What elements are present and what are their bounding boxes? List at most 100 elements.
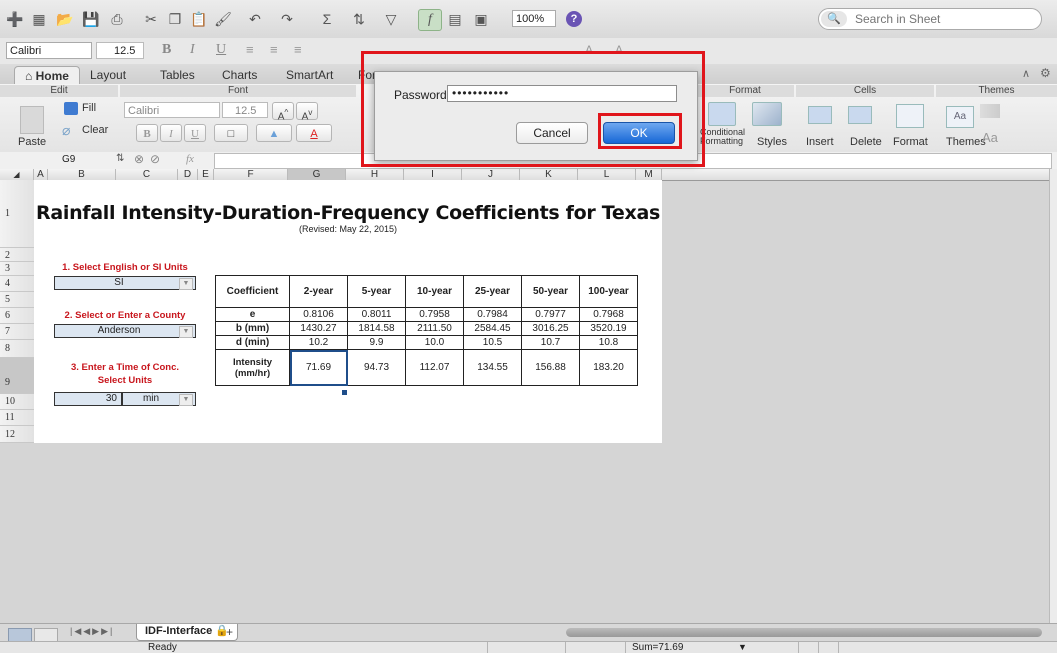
fill-label[interactable]: Fill (82, 102, 96, 114)
format-cells-icon[interactable] (896, 104, 924, 128)
underline-icon[interactable]: U (216, 42, 226, 58)
toolbox-icon[interactable]: ▣ (470, 9, 492, 29)
open-icon[interactable]: 📂 (54, 9, 76, 29)
column-header-f[interactable]: F (214, 169, 288, 180)
search-box[interactable]: 🔍 (818, 8, 1042, 30)
row-header-1[interactable]: 1 (0, 180, 34, 248)
filter-icon[interactable]: ▽ (380, 9, 402, 29)
sheet-area[interactable]: Rainfall Intensity-Duration-Frequency Co… (34, 180, 662, 443)
print-icon[interactable]: ⎙ (106, 9, 128, 29)
column-header-b[interactable]: B (48, 169, 116, 180)
insert-cells-icon[interactable] (808, 106, 832, 124)
zoom-select[interactable]: 100% (512, 10, 556, 27)
format-painter-icon[interactable]: 🖌 (212, 9, 234, 29)
table-cell[interactable]: 2584.45 (463, 321, 522, 336)
table-cell[interactable]: 10.5 (463, 335, 522, 350)
confirm-formula-icon[interactable]: ⊘ (150, 152, 160, 166)
bold-icon[interactable]: B (162, 42, 171, 58)
column-header-a[interactable]: A (34, 169, 48, 180)
font-name-field[interactable]: Calibri (6, 42, 92, 59)
column-header-m[interactable]: M (636, 169, 662, 180)
search-input[interactable] (853, 11, 1037, 27)
row-header-6[interactable]: 6 (0, 308, 34, 324)
align-center-icon[interactable]: ≡ (270, 42, 278, 57)
row-header-12[interactable]: 12 (0, 426, 34, 443)
tab-home[interactable]: ⌂ Home (14, 66, 80, 85)
sheet-tab-idf-interface[interactable]: IDF-Interface 🔒 (136, 624, 239, 641)
align-right-icon[interactable]: ≡ (294, 42, 302, 57)
eraser-icon[interactable]: ⌀ (62, 122, 70, 139)
delete-cells-icon[interactable] (848, 106, 872, 124)
delete-label[interactable]: Delete (850, 136, 882, 148)
table-cell[interactable]: 183.20 (579, 349, 638, 386)
paste-icon[interactable]: 📋 (188, 9, 210, 29)
horizontal-scrollbar[interactable] (566, 628, 1042, 637)
county-dropdown-arrow-icon[interactable]: ▼ (179, 326, 193, 338)
vertical-scrollbar[interactable] (1049, 169, 1057, 623)
format-label[interactable]: Format (893, 136, 928, 148)
table-cell[interactable]: 94.73 (347, 349, 406, 386)
table-cell[interactable]: 3520.19 (579, 321, 638, 336)
ribbon-font-name[interactable]: Calibri (124, 102, 220, 118)
gallery-icon[interactable]: ▤ (444, 9, 466, 29)
time-unit-dropdown-arrow-icon[interactable]: ▼ (179, 394, 193, 406)
table-cell[interactable]: 156.88 (521, 349, 580, 386)
new-sheet-icon[interactable]: ➕ (4, 9, 26, 29)
table-cell[interactable]: 0.8106 (289, 307, 348, 322)
table-cell[interactable]: 10.2 (289, 335, 348, 350)
borders-icon[interactable]: □ (214, 124, 248, 142)
themes-icon[interactable]: Aa (946, 106, 974, 128)
column-header-h[interactable]: H (346, 169, 404, 180)
time-unit-select[interactable]: min ▼ (122, 392, 196, 406)
column-header-k[interactable]: K (520, 169, 578, 180)
table-cell[interactable]: 0.7958 (405, 307, 464, 322)
autosum-icon[interactable]: Σ (316, 9, 338, 29)
table-cell[interactable]: 1430.27 (289, 321, 348, 336)
table-cell[interactable]: 9.9 (347, 335, 406, 350)
column-header-d[interactable]: D (178, 169, 198, 180)
table-cell[interactable]: 112.07 (405, 349, 464, 386)
add-sheet-icon[interactable]: + (226, 625, 233, 639)
templates-icon[interactable]: ▦ (28, 9, 50, 29)
ribbon-underline-icon[interactable]: U (184, 124, 206, 142)
clear-label[interactable]: Clear (82, 124, 108, 136)
units-select[interactable]: SI ▼ (54, 276, 196, 290)
page-layout-view-icon[interactable] (34, 628, 58, 642)
paste-big-icon[interactable] (20, 106, 44, 134)
normal-view-icon[interactable] (8, 628, 32, 642)
row-header-3[interactable]: 3 (0, 262, 34, 276)
row-header-9[interactable]: 9 (0, 358, 34, 394)
table-cell[interactable]: 10.0 (405, 335, 464, 350)
row-header-4[interactable]: 4 (0, 276, 34, 292)
table-cell[interactable]: 2111.50 (405, 321, 464, 336)
table-cell[interactable]: 134.55 (463, 349, 522, 386)
column-header-g[interactable]: G (288, 169, 346, 180)
table-cell[interactable]: 10.7 (521, 335, 580, 350)
fx-icon[interactable]: fx (186, 153, 194, 165)
table-cell[interactable]: 0.7984 (463, 307, 522, 322)
font-color-ribbon-icon[interactable]: A (296, 124, 332, 142)
tab-layout[interactable]: Layout (90, 66, 126, 84)
status-sum-dropdown-icon[interactable]: ▼ (738, 642, 747, 653)
row-header-2[interactable]: 2 (0, 248, 34, 262)
column-header-j[interactable]: J (462, 169, 520, 180)
help-icon[interactable]: ? (566, 11, 582, 27)
copy-icon[interactable]: ❐ (164, 9, 186, 29)
row-header-5[interactable]: 5 (0, 292, 34, 308)
styles-icon[interactable] (752, 102, 782, 126)
column-header-e[interactable]: E (198, 169, 214, 180)
row-header-7[interactable]: 7 (0, 324, 34, 340)
search-icon[interactable]: 🔍 (821, 11, 847, 27)
theme-colors-icon[interactable] (980, 104, 1000, 118)
column-header-c[interactable]: C (116, 169, 178, 180)
align-left-icon[interactable]: ≡ (246, 42, 254, 57)
row-header-8[interactable]: 8 (0, 340, 34, 358)
collapse-ribbon-icon[interactable]: ∧ (1022, 67, 1030, 80)
cut-icon[interactable]: ✂ (140, 9, 162, 29)
intensity-cell-selected[interactable]: 71.69 (289, 349, 348, 386)
undo-icon[interactable]: ↶ (244, 9, 266, 29)
table-cell[interactable]: 10.8 (579, 335, 638, 350)
table-cell[interactable]: 3016.25 (521, 321, 580, 336)
themes-label[interactable]: Themes (946, 136, 986, 148)
ribbon-font-size[interactable]: 12.5 (222, 102, 268, 118)
